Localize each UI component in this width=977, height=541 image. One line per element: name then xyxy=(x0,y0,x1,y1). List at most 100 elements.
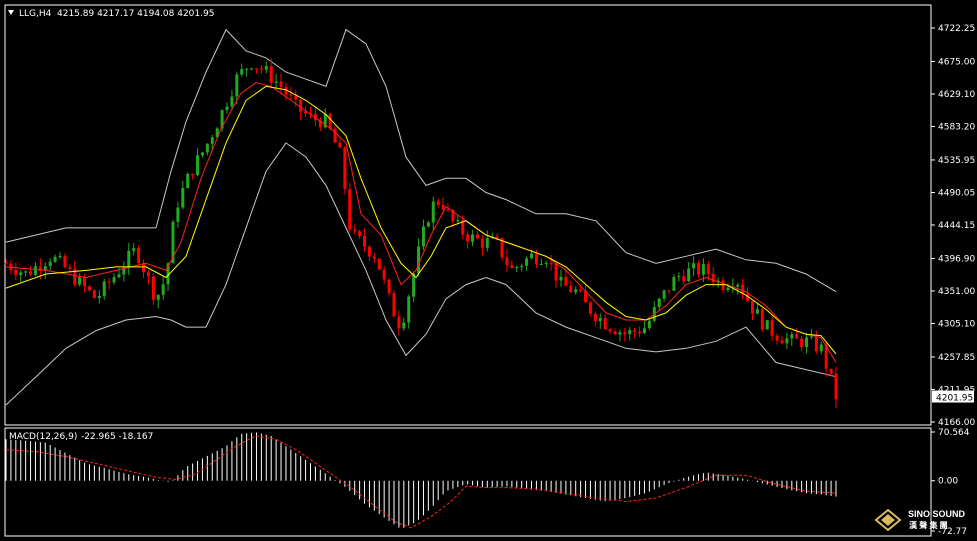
candle-body xyxy=(353,229,357,232)
candle-body xyxy=(780,340,784,344)
candle-body xyxy=(544,263,548,265)
candle-body xyxy=(407,296,411,323)
candle-body xyxy=(53,256,57,262)
candle-body xyxy=(200,152,204,156)
candle-body xyxy=(662,290,666,299)
candle-body xyxy=(814,336,818,352)
price-tick-label: 4722.25 xyxy=(938,24,975,34)
candle-body xyxy=(525,258,529,266)
candle-body xyxy=(196,155,200,176)
candle-body xyxy=(534,253,538,265)
price-tick-label: 4396.90 xyxy=(938,254,975,264)
candle-body xyxy=(358,231,362,236)
candle-body xyxy=(485,238,489,248)
trading-chart[interactable]: LLG,H4 4215.89 4217.17 4194.08 4201.95 4… xyxy=(0,0,977,541)
candle-body xyxy=(628,330,632,335)
candle-body xyxy=(539,263,543,265)
candle-body xyxy=(161,284,165,295)
candle-body xyxy=(372,256,376,259)
candle-body xyxy=(137,248,141,264)
candle-body xyxy=(677,276,681,278)
candle-body xyxy=(397,316,401,329)
candle-body xyxy=(667,290,671,292)
candle-body xyxy=(721,280,725,290)
candle-body xyxy=(83,277,87,287)
candle-body xyxy=(579,289,583,292)
candle-body xyxy=(127,250,131,268)
candle-body xyxy=(701,264,705,275)
ohlc-values: 4215.89 4217.17 4194.08 4201.95 xyxy=(57,9,214,19)
candle-body xyxy=(760,309,764,330)
candle-body xyxy=(829,368,833,374)
candle-body xyxy=(235,74,239,97)
candle-body xyxy=(33,266,37,275)
price-tick-label: 4583.20 xyxy=(938,122,975,132)
candle-body xyxy=(102,281,106,297)
candle-body xyxy=(205,143,209,153)
candle-body xyxy=(392,293,396,317)
candle-body xyxy=(363,235,367,247)
candle-body xyxy=(186,173,190,189)
candle-body xyxy=(515,266,519,269)
candle-body xyxy=(751,301,755,314)
candle-body xyxy=(245,68,249,70)
candle-body xyxy=(569,285,573,293)
candle-body xyxy=(19,272,23,276)
logo-title: SINO SOUND xyxy=(908,509,966,519)
candle-body xyxy=(687,268,691,282)
candle-body xyxy=(633,330,637,332)
candle-body xyxy=(785,338,789,344)
candle-body xyxy=(736,284,740,287)
candle-body xyxy=(795,334,799,339)
candle-body xyxy=(387,279,391,294)
candle-body xyxy=(426,222,430,227)
candle-body xyxy=(618,332,622,335)
chart-background xyxy=(0,0,977,541)
candle-body xyxy=(24,271,28,273)
candle-body xyxy=(343,147,347,190)
candle-body xyxy=(706,264,710,274)
macd-title: MACD(12,26,9) xyxy=(9,432,77,442)
candle-body xyxy=(480,238,484,248)
candle-body xyxy=(441,205,445,210)
candle-body xyxy=(250,68,254,70)
candle-body xyxy=(299,99,303,112)
candle-body xyxy=(834,373,838,400)
candle-body xyxy=(181,188,185,208)
candle-body xyxy=(495,236,499,239)
macd-tick-label: 0.00 xyxy=(938,477,958,487)
logo-subtitle: 漢 聲 集 團 xyxy=(909,520,948,530)
candle-body xyxy=(770,320,774,336)
candle-body xyxy=(97,296,101,299)
candle-body xyxy=(692,263,696,269)
candle-body xyxy=(755,309,759,314)
candle-body xyxy=(9,263,13,270)
price-tick-label: 4490.05 xyxy=(938,188,975,198)
candle-body xyxy=(549,263,553,265)
candle-body xyxy=(117,274,121,278)
candle-body xyxy=(338,142,342,148)
candle-body xyxy=(446,209,450,211)
current-price-tag: 4201.95 xyxy=(932,390,974,404)
candle-body xyxy=(230,96,234,107)
candle-body xyxy=(505,257,509,266)
candle-body xyxy=(642,328,646,334)
candle-body xyxy=(475,234,479,239)
candle-body xyxy=(279,81,283,87)
candle-body xyxy=(564,276,568,286)
price-tick-label: 4675.00 xyxy=(938,57,975,67)
candle-body xyxy=(156,294,160,300)
candle-body xyxy=(696,263,700,275)
candle-body xyxy=(269,66,273,83)
candle-body xyxy=(559,276,563,281)
candle-body xyxy=(593,313,597,322)
candle-body xyxy=(254,68,258,70)
candle-body xyxy=(608,329,612,332)
candle-body xyxy=(225,106,229,111)
candle-body xyxy=(603,317,607,330)
candle-body xyxy=(809,336,813,338)
candle-body xyxy=(466,234,470,242)
candle-body xyxy=(87,286,91,291)
candle-body xyxy=(554,263,558,281)
candle-body xyxy=(682,276,686,282)
